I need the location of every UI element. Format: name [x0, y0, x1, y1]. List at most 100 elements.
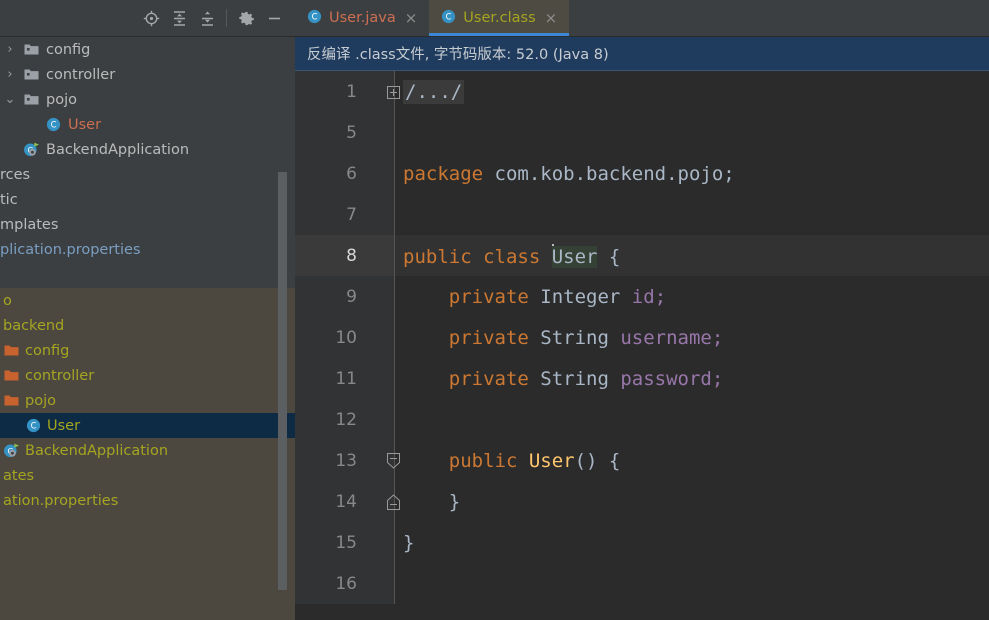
popup-item-backendapplication[interactable]: CBackendApplication — [0, 438, 295, 463]
project-panel-toolbar — [0, 0, 295, 37]
close-icon[interactable]: × — [543, 10, 560, 26]
popup-item-pojo[interactable]: pojo — [0, 388, 295, 413]
line-number: 11 — [295, 358, 395, 399]
chevron-down-icon[interactable]: ⌄ — [0, 92, 20, 107]
expand-all-icon[interactable] — [166, 5, 192, 31]
popup-item-config[interactable]: config — [0, 338, 295, 363]
code-text[interactable]: public class User { — [395, 243, 989, 268]
code-line[interactable]: 9 private Integer id; — [295, 276, 989, 317]
folder-icon — [0, 394, 22, 407]
code-line[interactable]: 8 public class User { — [295, 235, 989, 276]
popup-item-ates[interactable]: ates — [0, 463, 295, 488]
code-token: String — [540, 367, 621, 390]
code-line[interactable]: 1/.../ — [295, 71, 989, 112]
tree-item-config[interactable]: › config — [0, 37, 295, 62]
gutter-divider — [394, 194, 395, 235]
code-token: ; — [654, 285, 667, 308]
code-line[interactable]: 13 public User() { — [295, 440, 989, 481]
code-line[interactable]: 5 — [295, 112, 989, 153]
line-number: 6 — [295, 153, 395, 194]
code-text[interactable]: public User() { — [395, 450, 989, 472]
tree-item-backendapplication[interactable]: C BackendApplication — [0, 137, 295, 162]
tree-item-user[interactable]: C User — [0, 112, 295, 137]
code-line[interactable]: 15} — [295, 522, 989, 563]
code-editor[interactable]: 1/.../5 6 package com.kob.backend.pojo; 7 8 p… — [295, 71, 989, 620]
fold-expand-icon[interactable] — [387, 84, 403, 100]
code-token: private — [448, 285, 541, 308]
project-panel-scrollbar[interactable] — [278, 172, 287, 590]
code-token: package — [403, 162, 484, 185]
notification-text: 反编译 .class文件, 字节码版本: 52.0 (Java 8) — [307, 47, 609, 63]
folder-icon — [0, 369, 22, 382]
code-text[interactable]: } — [395, 491, 989, 513]
code-line[interactable]: 6 package com.kob.backend.pojo; — [295, 153, 989, 194]
popup-item-backend[interactable]: backend — [0, 313, 295, 338]
popup-item-user[interactable]: C User — [0, 413, 295, 438]
tree-item-mplates[interactable]: mplates — [0, 212, 295, 237]
gutter-divider — [394, 235, 395, 276]
code-line[interactable]: 14 } — [295, 481, 989, 522]
fold-collapse-end-icon[interactable] — [387, 493, 403, 510]
locate-target-icon[interactable] — [138, 5, 164, 31]
code-line[interactable]: 12 — [295, 399, 989, 440]
highlighted-identifier: User — [551, 245, 598, 268]
chevron-right-icon[interactable]: › — [0, 42, 20, 57]
ide-window: ›config›controller⌄pojoCUserCBackendAppl… — [0, 0, 989, 620]
svg-text:C: C — [30, 421, 36, 431]
tree-item-plication-properties[interactable]: plication.properties — [0, 237, 295, 262]
gutter-divider — [394, 153, 395, 194]
decompiled-notification-bar: 反编译 .class文件, 字节码版本: 52.0 (Java 8) — [295, 37, 989, 71]
code-line[interactable]: 11 private String password; — [295, 358, 989, 399]
code-text[interactable]: package com.kob.backend.pojo; — [395, 163, 989, 185]
fold-collapse-start-icon[interactable] — [387, 452, 403, 469]
chevron-right-icon[interactable]: › — [0, 67, 20, 82]
code-text[interactable]: /.../ — [395, 79, 989, 104]
line-number: 14 — [295, 481, 400, 522]
tree-item-label: rces — [0, 166, 31, 183]
code-line[interactable]: 16 — [295, 563, 989, 604]
code-text[interactable]: } — [395, 532, 989, 554]
folder-icon — [0, 344, 22, 357]
tree-item-label: config — [46, 41, 91, 58]
close-icon[interactable]: × — [403, 10, 420, 26]
popup-item-ation-properties[interactable]: ation.properties — [0, 488, 295, 513]
editor-tab-label: User.class — [463, 10, 536, 26]
gutter-divider — [394, 563, 395, 604]
line-number: 15 — [295, 522, 395, 563]
settings-gear-icon[interactable] — [233, 5, 259, 31]
editor-tab-user-class[interactable]: C User.class × — [429, 0, 570, 36]
code-token: ; — [711, 326, 724, 349]
code-token: String — [540, 326, 621, 349]
code-line[interactable]: 7 — [295, 194, 989, 235]
tree-item-tic[interactable]: tic — [0, 187, 295, 212]
tree-item-pojo[interactable]: ⌄ pojo — [0, 87, 295, 112]
line-number: 8 — [295, 235, 395, 276]
popup-item-o[interactable]: o — [0, 288, 295, 313]
code-line[interactable]: 10 private String username; — [295, 317, 989, 358]
code-token: User — [528, 449, 575, 472]
minimize-icon[interactable] — [261, 5, 287, 31]
editor-tab-user-java[interactable]: C User.java × — [295, 0, 429, 36]
code-token: public — [448, 449, 529, 472]
tree-item-label: User — [68, 116, 102, 133]
spring-boot-run-icon: C — [0, 443, 22, 458]
code-text[interactable]: private String password; — [395, 368, 989, 390]
line-number: 12 — [295, 399, 395, 440]
code-token: } — [403, 531, 415, 554]
speed-search-popup[interactable]: obackendconfigcontrollerpojoCUserCBacken… — [0, 288, 295, 620]
tree-item-label: tic — [0, 191, 18, 208]
code-text[interactable]: private Integer id; — [395, 286, 989, 308]
popup-item-label: BackendApplication — [25, 442, 169, 459]
line-number: 7 — [295, 194, 395, 235]
gutter-divider — [394, 358, 395, 399]
tree-item-controller[interactable]: › controller — [0, 62, 295, 87]
code-token: id — [631, 285, 655, 308]
collapse-all-icon[interactable] — [194, 5, 220, 31]
tree-item-rces[interactable]: rces — [0, 162, 295, 187]
java-class-icon: C — [441, 9, 456, 28]
folded-comment[interactable]: /.../ — [403, 79, 465, 104]
code-text[interactable]: private String username; — [395, 327, 989, 349]
popup-item-controller[interactable]: controller — [0, 363, 295, 388]
